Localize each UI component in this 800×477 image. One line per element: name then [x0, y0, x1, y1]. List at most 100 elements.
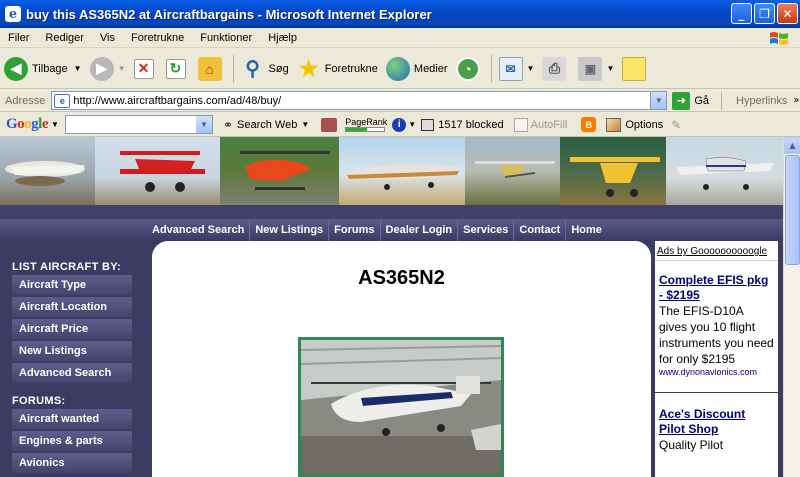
home-button[interactable]: ⌂	[194, 52, 230, 86]
edit-button[interactable]: ▣ ▼	[574, 52, 618, 86]
search-button[interactable]: ⚲ Søg	[237, 52, 293, 86]
pagerank-indicator[interactable]: PageRank	[345, 117, 387, 132]
ie-logo-icon: e	[5, 6, 21, 22]
scroll-up-icon[interactable]: ▲	[784, 137, 800, 154]
close-button[interactable]: ✕	[777, 3, 798, 24]
options-button[interactable]: Options	[625, 119, 663, 131]
aircraft-photo[interactable]	[298, 337, 504, 477]
nav-services[interactable]: Services	[458, 219, 515, 241]
ad-title-link[interactable]: Complete EFIS pkg - $2195	[659, 273, 774, 303]
address-input[interactable]: e http://www.aircraftbargains.com/ad/48/…	[51, 91, 668, 110]
history-icon: ◔	[455, 56, 480, 81]
sidebar-item-aircraft-wanted[interactable]: Aircraft wanted	[12, 409, 132, 429]
favorites-button[interactable]: ★ Foretrukne	[293, 52, 382, 86]
chevron-down-icon: ▼	[606, 64, 615, 73]
google-search-input[interactable]: ▼	[64, 115, 213, 134]
google-toolbar: Google ▼ ▼ ⚭ Search Web ▼ PageRank i ▼ 1…	[0, 113, 800, 137]
print-button[interactable]: ⎙	[538, 52, 574, 86]
nav-forums[interactable]: Forums	[329, 219, 381, 241]
menu-file[interactable]: Filer	[0, 32, 37, 44]
ad-body: The EFIS-D10A gives you 10 flight instru…	[659, 304, 774, 366]
ad-title-link[interactable]: Ace's Discount Pilot Shop	[659, 407, 774, 437]
options-icon	[606, 117, 622, 132]
chevron-down-icon[interactable]: ▼	[301, 120, 309, 129]
minimize-button[interactable]: _	[731, 3, 752, 24]
page-icon: e	[54, 93, 71, 108]
news-icon[interactable]	[321, 117, 338, 132]
pen-icon[interactable]: ✎	[671, 118, 681, 132]
chevron-down-icon: ▼	[73, 64, 82, 73]
stop-icon: ✕	[133, 58, 154, 79]
printer-icon: ⎙	[542, 56, 567, 81]
menu-view[interactable]: Vis	[92, 32, 123, 44]
chevron-down-icon: ▼	[526, 64, 535, 73]
chevron-down-icon[interactable]: ▼	[408, 120, 416, 129]
sticky-note-icon	[622, 56, 647, 81]
nav-advanced-search[interactable]: Advanced Search	[147, 219, 251, 241]
address-url: http://www.aircraftbargains.com/ad/48/bu…	[73, 94, 282, 107]
chevron-down-icon[interactable]: ▼	[51, 120, 59, 129]
search-web-button[interactable]: Search Web	[237, 119, 297, 131]
home-icon: ⌂	[197, 56, 222, 81]
address-dropdown-icon[interactable]: ▼	[650, 92, 667, 109]
refresh-button[interactable]: ↻	[162, 52, 194, 86]
left-sidebar: LIST AIRCRAFT BY: Aircraft Type Aircraft…	[0, 241, 150, 477]
menu-bar: Filer Rediger Vis Foretrukne Funktioner …	[0, 28, 800, 48]
sidebar-item-aircraft-price[interactable]: Aircraft Price	[12, 319, 132, 339]
toolbar-separator	[490, 54, 492, 83]
history-button[interactable]: ◔	[452, 52, 488, 86]
ads-box: Ads by Goooooooooogle Complete EFIS pkg …	[651, 241, 782, 477]
forward-button[interactable]: ▶ ▼	[86, 52, 130, 86]
mail-button[interactable]: ✉ ▼	[495, 52, 539, 86]
sidebar-item-advanced-search[interactable]: Advanced Search	[12, 363, 132, 383]
address-bar: Adresse e http://www.aircraftbargains.co…	[0, 90, 800, 112]
blogger-icon[interactable]: B	[581, 117, 597, 132]
sidebar-item-aircraft-location[interactable]: Aircraft Location	[12, 297, 132, 317]
web-page: Advanced Search New Listings Forums Deal…	[0, 137, 783, 477]
media-button[interactable]: Medier	[382, 52, 452, 86]
go-arrow-icon[interactable]: ➜	[672, 91, 691, 110]
menu-edit[interactable]: Rediger	[37, 32, 92, 44]
mail-icon: ✉	[498, 56, 523, 81]
sidebar-item-avionics[interactable]: Avionics	[12, 453, 132, 473]
banner-photo	[95, 137, 220, 205]
nav-home[interactable]: Home	[566, 219, 607, 241]
ad-item: Complete EFIS pkg - $2195 The EFIS-D10A …	[655, 273, 778, 377]
ads-by-google-link[interactable]: Ads by Goooooooooogle	[655, 241, 778, 261]
popups-blocked[interactable]: 1517 blocked	[438, 119, 503, 131]
ad-url-link[interactable]: www.dynonavionics.com	[659, 367, 774, 377]
nav-contact[interactable]: Contact	[514, 219, 567, 241]
google-logo[interactable]: Google	[6, 116, 49, 133]
notes-button[interactable]	[618, 52, 654, 86]
scroll-thumb[interactable]	[785, 155, 800, 265]
nav-new-listings[interactable]: New Listings	[250, 219, 330, 241]
window-titlebar[interactable]: e buy this AS365N2 at Aircraftbargains -…	[0, 0, 800, 28]
go-button[interactable]: Gå	[694, 95, 709, 107]
toolbar-separator	[721, 91, 723, 110]
binoculars-icon: ⚭	[222, 117, 233, 132]
banner-photo	[339, 137, 465, 205]
menu-favorites[interactable]: Foretrukne	[123, 32, 192, 44]
autofill-button[interactable]: AutoFill	[531, 119, 568, 131]
back-button[interactable]: ◀ Tilbage ▼	[0, 52, 86, 86]
back-arrow-icon: ◀	[4, 56, 28, 81]
sidebar-item-new-listings[interactable]: New Listings	[12, 341, 132, 361]
forward-arrow-icon: ▶	[89, 56, 114, 81]
vertical-scrollbar[interactable]: ▲	[783, 137, 800, 477]
menu-tools[interactable]: Funktioner	[192, 32, 260, 44]
info-icon[interactable]: i	[392, 117, 407, 132]
chevron-down-icon[interactable]: ▼	[195, 116, 212, 133]
menu-help[interactable]: Hjælp	[260, 32, 305, 44]
standard-toolbar: ◀ Tilbage ▼ ▶ ▼ ✕ ↻ ⌂ ⚲ Søg ★ Foretrukne…	[0, 49, 800, 89]
ad-body: Quality Pilot	[659, 438, 724, 452]
links-button[interactable]: Hyperlinks	[736, 95, 787, 107]
chevron-right-icon[interactable]: »	[793, 95, 799, 106]
windows-flag-icon	[770, 32, 788, 45]
stop-button[interactable]: ✕	[130, 52, 162, 86]
sidebar-item-engines-parts[interactable]: Engines & parts	[12, 431, 132, 451]
nav-dealer-login[interactable]: Dealer Login	[381, 219, 459, 241]
maximize-button[interactable]: ❐	[754, 3, 775, 24]
sidebar-item-aircraft-type[interactable]: Aircraft Type	[12, 275, 132, 295]
address-label: Adresse	[5, 94, 46, 107]
toolbar-separator	[232, 54, 234, 83]
